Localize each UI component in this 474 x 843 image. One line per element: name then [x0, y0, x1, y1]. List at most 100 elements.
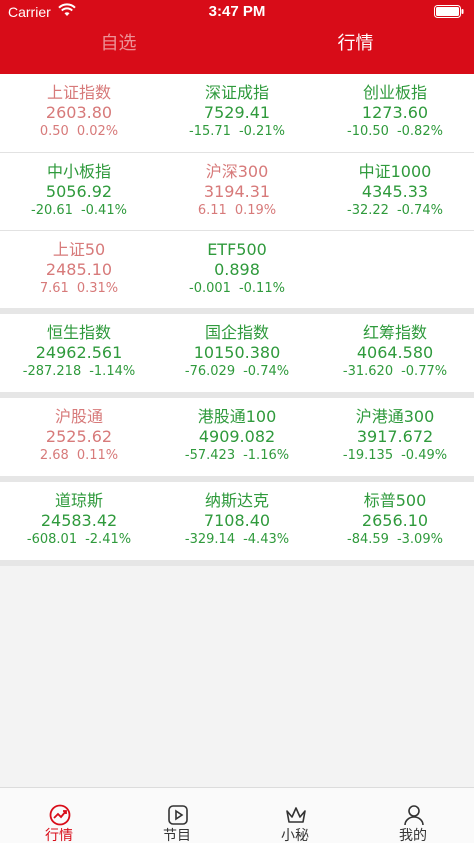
- index-row: 上证指数 2603.80 0.50 0.02% 深证成指 7529.41 -15.71 -0.…: [0, 74, 474, 152]
- change-value: -0.001: [189, 281, 231, 296]
- bottom-nav: 行情 节目 小秘 我的: [0, 787, 474, 843]
- index-row: 沪股通 2525.62 2.68 0.11% 港股通100 4909.082 -57.423…: [0, 398, 474, 476]
- index-row: 道琼斯 24583.42 -608.01 -2.41% 纳斯达克 7108.40 -329.…: [0, 482, 474, 560]
- index-cell[interactable]: 上证指数 2603.80 0.50 0.02%: [0, 74, 158, 152]
- change-value: -76.029: [184, 364, 236, 379]
- change-percent: -4.43%: [243, 532, 290, 547]
- index-change: 0.50 0.02%: [0, 123, 158, 141]
- index-name: 上证指数: [46, 83, 111, 102]
- index-row: 上证50 2485.10 7.61 0.31% ETF500 0.898 -0.001 -0.…: [0, 230, 474, 308]
- index-cell[interactable]: 国企指数 10150.380 -76.029 -0.74%: [158, 314, 316, 392]
- index-change: -0.001 -0.11%: [158, 280, 316, 298]
- market-chart-icon: [49, 804, 71, 826]
- change-value: -10.50: [347, 124, 389, 139]
- index-name: 标普500: [363, 491, 427, 510]
- status-bar: Carrier 3:47 PM: [0, 0, 474, 24]
- index-cell[interactable]: 沪深300 3194.31 6.11 0.19%: [158, 153, 316, 230]
- change-percent: -3.09%: [396, 532, 443, 547]
- index-change: 6.11 0.19%: [158, 202, 316, 220]
- index-name: 港股通100: [197, 407, 277, 426]
- change-value: -57.423: [184, 448, 236, 463]
- index-change: -32.22 -0.74%: [316, 202, 474, 220]
- play-video-icon: [168, 805, 188, 825]
- index-change: -84.59 -3.09%: [316, 531, 474, 549]
- index-change: -608.01 -2.41%: [0, 531, 158, 549]
- index-price: 0.898: [214, 260, 260, 279]
- index-group: 沪股通 2525.62 2.68 0.11% 港股通100 4909.082 -57.423…: [0, 398, 474, 482]
- index-price: 3917.672: [356, 427, 434, 446]
- index-price: 4064.580: [356, 343, 434, 362]
- index-price: 4345.33: [361, 182, 429, 201]
- nav-assistant[interactable]: 小秘: [236, 788, 354, 843]
- index-change: -19.135 -0.49%: [316, 447, 474, 465]
- index-name: 道琼斯: [54, 491, 103, 510]
- nav-profile[interactable]: 我的: [354, 788, 472, 843]
- index-group: 道琼斯 24583.42 -608.01 -2.41% 纳斯达克 7108.40 -329.…: [0, 482, 474, 566]
- change-percent: -1.16%: [243, 448, 290, 463]
- index-price: 7108.40: [203, 511, 271, 530]
- index-price: 2525.62: [45, 427, 113, 446]
- index-cell[interactable]: 创业板指 1273.60 -10.50 -0.82%: [316, 74, 474, 152]
- nav-market-label: 行情: [45, 828, 73, 843]
- change-percent: 0.11%: [76, 448, 119, 463]
- change-percent: -0.74%: [396, 203, 443, 218]
- status-time: 3:47 PM: [208, 3, 266, 20]
- index-price: 5056.92: [45, 182, 113, 201]
- top-bar: Carrier 3:47 PM 自选 行情: [0, 0, 474, 74]
- header-tabs: 自选 行情: [0, 26, 474, 66]
- change-value: -32.22: [347, 203, 389, 218]
- market-list: 上证指数 2603.80 0.50 0.02% 深证成指 7529.41 -15.71 -0.…: [0, 74, 474, 787]
- change-percent: -0.74%: [243, 364, 290, 379]
- index-name: 沪港通300: [355, 407, 435, 426]
- index-name: 国企指数: [204, 323, 269, 342]
- nav-programs-label: 节目: [163, 828, 191, 843]
- index-name: 深证成指: [204, 83, 269, 102]
- index-name: 中证1000: [358, 162, 432, 181]
- change-value: -287.218: [22, 364, 82, 379]
- change-percent: -0.41%: [80, 203, 127, 218]
- index-group: 恒生指数 24962.561 -287.218 -1.14% 国企指数 10150.380…: [0, 314, 474, 398]
- index-name: 上证50: [52, 240, 106, 259]
- index-cell[interactable]: 港股通100 4909.082 -57.423 -1.16%: [158, 398, 316, 476]
- index-cell[interactable]: 上证50 2485.10 7.61 0.31%: [0, 231, 158, 308]
- index-cell[interactable]: 红筹指数 4064.580 -31.620 -0.77%: [316, 314, 474, 392]
- index-cell[interactable]: 中证1000 4345.33 -32.22 -0.74%: [316, 153, 474, 230]
- index-price: 4909.082: [198, 427, 276, 446]
- index-cell[interactable]: 中小板指 5056.92 -20.61 -0.41%: [0, 153, 158, 230]
- index-row: 恒生指数 24962.561 -287.218 -1.14% 国企指数 10150.380…: [0, 314, 474, 392]
- index-name: 中小板指: [46, 162, 111, 181]
- index-change: -31.620 -0.77%: [316, 363, 474, 381]
- index-change: -76.029 -0.74%: [158, 363, 316, 381]
- index-change: 7.61 0.31%: [0, 280, 158, 298]
- tab-market[interactable]: 行情: [237, 30, 474, 58]
- nav-profile-label: 我的: [399, 828, 427, 843]
- change-value: 0.50: [39, 124, 69, 139]
- change-percent: 0.31%: [76, 281, 119, 296]
- index-cell[interactable]: 道琼斯 24583.42 -608.01 -2.41%: [0, 482, 158, 560]
- index-price: 7529.41: [203, 103, 271, 122]
- index-change: -329.14 -4.43%: [158, 531, 316, 549]
- nav-programs[interactable]: 节目: [118, 788, 236, 843]
- index-cell[interactable]: 沪港通300 3917.672 -19.135 -0.49%: [316, 398, 474, 476]
- change-percent: -0.11%: [238, 281, 285, 296]
- index-cell[interactable]: 纳斯达克 7108.40 -329.14 -4.43%: [158, 482, 316, 560]
- change-value: -608.01: [26, 532, 78, 547]
- change-value: -329.14: [184, 532, 236, 547]
- nav-market[interactable]: 行情: [0, 788, 118, 843]
- tab-watchlist[interactable]: 自选: [0, 30, 237, 58]
- change-value: 2.68: [39, 448, 69, 463]
- crown-icon: [286, 807, 306, 823]
- index-cell[interactable]: 恒生指数 24962.561 -287.218 -1.14%: [0, 314, 158, 392]
- index-cell[interactable]: ETF500 0.898 -0.001 -0.11%: [158, 231, 316, 308]
- index-cell[interactable]: 沪股通 2525.62 2.68 0.11%: [0, 398, 158, 476]
- user-profile-icon: [404, 805, 424, 826]
- index-cell[interactable]: 标普500 2656.10 -84.59 -3.09%: [316, 482, 474, 560]
- index-price: 24583.42: [40, 511, 118, 530]
- index-price: 2656.10: [361, 511, 429, 530]
- change-value: -31.620: [342, 364, 394, 379]
- index-price: 3194.31: [203, 182, 271, 201]
- change-percent: -2.41%: [85, 532, 132, 547]
- index-name: 创业板指: [362, 83, 427, 102]
- index-change: -10.50 -0.82%: [316, 123, 474, 141]
- index-cell[interactable]: 深证成指 7529.41 -15.71 -0.21%: [158, 74, 316, 152]
